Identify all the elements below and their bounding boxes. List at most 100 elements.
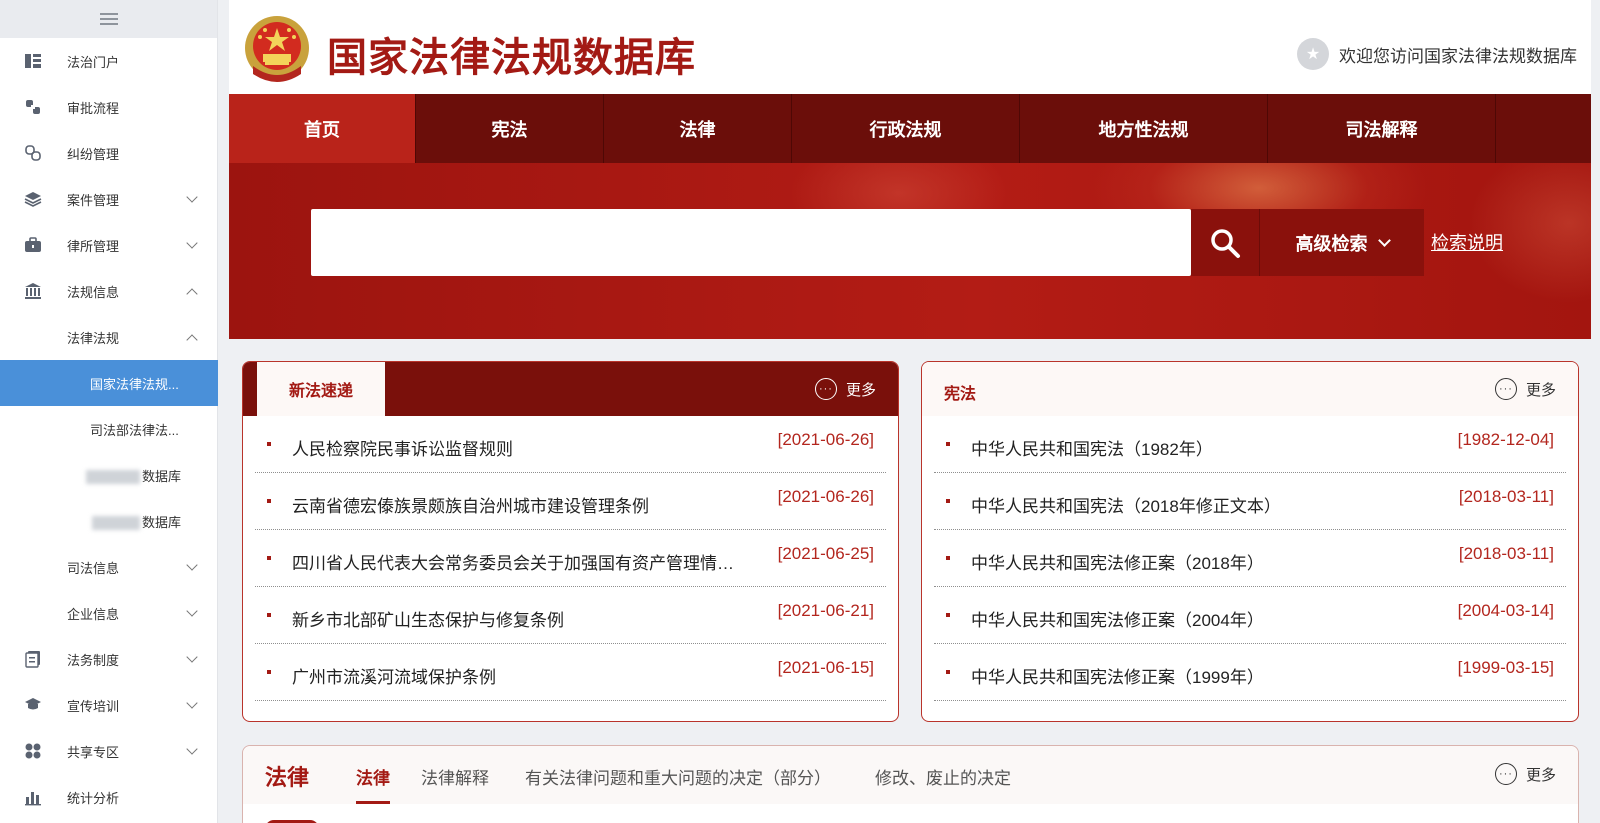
sidebar-item-label: 企业信息 — [67, 606, 120, 622]
chevron-down-icon — [186, 605, 198, 617]
chevron-down-icon — [1377, 233, 1391, 247]
sidebar-item-label: 宣传培训 — [67, 698, 120, 714]
sidebar-item-law-firm-management[interactable]: 律所管理 — [0, 222, 218, 268]
law-date: [2021-06-15] — [777, 658, 874, 677]
list-item[interactable]: 中华人民共和国宪法修正案（1999年） [1999-03-15] — [934, 644, 1566, 701]
redacted-text — [86, 470, 140, 485]
law-title-link[interactable]: 云南省德宏傣族景颇族自治州城市建设管理条例 — [292, 492, 649, 517]
nav-tab-extra[interactable] — [1496, 94, 1591, 163]
tab-law[interactable]: 法律 — [356, 764, 390, 804]
chevron-up-icon — [186, 288, 198, 300]
briefcase-icon — [24, 237, 42, 253]
link-icon — [24, 145, 42, 161]
sidebar-item-label: 共享专区 — [67, 744, 120, 760]
bullet — [946, 442, 950, 446]
law-panel: 法律 法律 法律解释 有关法律问题和重大问题的决定（部分） 修改、废止的决定 ·… — [242, 745, 1579, 823]
nav-tab-home[interactable]: 首页 — [229, 94, 416, 163]
law-title-link[interactable]: 中华人民共和国宪法（1982年） — [971, 435, 1213, 460]
advanced-search-dropdown[interactable]: 高级检索 — [1259, 209, 1424, 276]
bullet — [946, 556, 950, 560]
sidebar-collapse-bar[interactable] — [0, 0, 217, 38]
sidebar-item-moj-law-db[interactable]: 司法部法律法... — [0, 406, 218, 452]
nav-tab-judicial-interpretation[interactable]: 司法解释 — [1268, 94, 1496, 163]
chevron-down-icon — [186, 559, 198, 571]
law-date: [2021-06-21] — [777, 601, 874, 620]
law-title-link[interactable]: 中华人民共和国宪法修正案（2018年） — [971, 549, 1264, 574]
search-icon — [1211, 228, 1240, 258]
constitution-panel: 宪法 ··· 更多 中华人民共和国宪法（1982年） [1982-12-04] … — [921, 361, 1579, 722]
menu-collapse-icon[interactable] — [99, 13, 118, 25]
sidebar-item-legal-affairs-system[interactable]: 法务制度 — [0, 636, 218, 682]
sidebar-item-legal-portal[interactable]: 法治门户 — [0, 38, 218, 84]
tab-amend-repeal-decisions[interactable]: 修改、废止的决定 — [875, 764, 1011, 789]
chevron-down-icon — [186, 697, 198, 709]
grid-icon — [24, 743, 42, 759]
search-banner: 高级检索 检索说明 — [229, 163, 1591, 339]
constitution-title: 宪法 — [944, 386, 977, 403]
new-laws-tab[interactable]: 新法速递 — [257, 362, 385, 416]
list-item[interactable]: 云南省德宏傣族景颇族自治州城市建设管理条例 [2021-06-26] — [255, 473, 886, 530]
sidebar-item-publicity-training[interactable]: 宣传培训 — [0, 682, 218, 728]
law-title-link[interactable]: 四川省人民代表大会常务委员会关于加强国有资产管理情况监督的决定 — [292, 549, 737, 574]
tab-law-interpretation[interactable]: 法律解释 — [421, 764, 489, 789]
sidebar-item-database-redacted-2[interactable]: 数据库 — [0, 498, 218, 544]
search-button[interactable] — [1191, 209, 1259, 276]
workflow-icon — [24, 99, 42, 115]
law-title-link[interactable]: 人民检察院民事诉讼监督规则 — [292, 435, 513, 460]
sidebar-item-enterprise-info[interactable]: 企业信息 — [0, 590, 218, 636]
law-title-link[interactable]: 新乡市北部矿山生态保护与修复条例 — [292, 606, 564, 631]
sidebar-item-label: 数据库 — [142, 468, 182, 484]
law-date: [2021-06-26] — [777, 487, 874, 506]
star-icon: ★ — [1297, 38, 1329, 70]
sidebar: 法治门户 审批流程 纠纷管理 案件管理 律所管理 法规信息 法律法规 国家法律法… — [0, 0, 218, 823]
nav-tab-administrative-regulations[interactable]: 行政法规 — [792, 94, 1020, 163]
nav-tab-constitution[interactable]: 宪法 — [416, 94, 604, 163]
sidebar-item-national-law-db[interactable]: 国家法律法规... — [0, 360, 218, 406]
nav-tab-local-regulations[interactable]: 地方性法规 — [1020, 94, 1268, 163]
list-item[interactable]: 人民检察院民事诉讼监督规则 [2021-06-26] — [255, 416, 886, 473]
law-date: [2021-06-25] — [777, 544, 874, 563]
welcome-text: 欢迎您访问国家法律法规数据库 — [1339, 46, 1577, 66]
sidebar-item-database-redacted-1[interactable]: 数据库 — [0, 452, 218, 498]
list-item[interactable]: 中华人民共和国宪法修正案（2004年） [2004-03-14] — [934, 587, 1566, 644]
search-box — [311, 209, 1191, 276]
more-icon: ··· — [814, 378, 837, 400]
panel-header: 新法速递 ··· 更多 — [243, 362, 898, 416]
sidebar-item-case-management[interactable]: 案件管理 — [0, 176, 218, 222]
more-link[interactable]: ··· 更多 — [1494, 378, 1556, 400]
sidebar-item-label: 法律法规 — [67, 330, 120, 346]
list-item[interactable]: 新乡市北部矿山生态保护与修复条例 [2021-06-21] — [255, 587, 886, 644]
list-item[interactable]: 四川省人民代表大会常务委员会关于加强国有资产管理情况监督的决定 [2021-06… — [255, 530, 886, 587]
search-input[interactable] — [311, 209, 1191, 276]
more-icon: ··· — [1494, 763, 1517, 785]
more-link[interactable]: ··· 更多 — [814, 378, 876, 400]
sidebar-item-laws-regulations[interactable]: 法律法规 — [0, 314, 218, 360]
sidebar-item-regulation-info[interactable]: 法规信息 — [0, 268, 218, 314]
sidebar-item-approval-flow[interactable]: 审批流程 — [0, 84, 218, 130]
sidebar-item-label: 纠纷管理 — [67, 146, 120, 162]
list-item[interactable]: 中华人民共和国宪法（1982年） [1982-12-04] — [934, 416, 1566, 473]
bullet — [267, 499, 271, 503]
panel-header: 宪法 ··· 更多 — [922, 362, 1578, 416]
law-section-title: 法律 — [265, 765, 310, 790]
list-item[interactable]: 中华人民共和国宪法修正案（2018年） [2018-03-11] — [934, 530, 1566, 587]
law-title-link[interactable]: 广州市流溪河流域保护条例 — [292, 663, 496, 688]
list-item[interactable]: 中华人民共和国宪法（2018年修正文本） [2018-03-11] — [934, 473, 1566, 530]
search-help-link[interactable]: 检索说明 — [1431, 229, 1503, 255]
law-title-link[interactable]: 中华人民共和国宪法修正案（2004年） — [971, 606, 1264, 631]
tab-decisions-on-legal-issues[interactable]: 有关法律问题和重大问题的决定（部分） — [525, 764, 831, 789]
sidebar-item-dispute-management[interactable]: 纠纷管理 — [0, 130, 218, 176]
law-title-link[interactable]: 中华人民共和国宪法修正案（1999年） — [971, 663, 1264, 688]
list-item[interactable]: 广州市流溪河流域保护条例 [2021-06-15] — [255, 644, 886, 701]
law-title-link[interactable]: 中华人民共和国宪法（2018年修正文本） — [971, 492, 1281, 517]
bullet — [946, 499, 950, 503]
sidebar-item-label: 国家法律法规... — [90, 376, 179, 392]
more-link[interactable]: ··· 更多 — [1494, 763, 1556, 785]
law-date: [2018-03-11] — [1458, 487, 1554, 506]
nav-tab-law[interactable]: 法律 — [604, 94, 792, 163]
main-nav: 首页 宪法 法律 行政法规 地方性法规 司法解释 — [229, 94, 1591, 163]
sidebar-item-statistics[interactable]: 统计分析 — [0, 774, 218, 820]
law-date: [1999-03-15] — [1457, 658, 1554, 677]
sidebar-item-judicial-info[interactable]: 司法信息 — [0, 544, 218, 590]
sidebar-item-shared-zone[interactable]: 共享专区 — [0, 728, 218, 774]
